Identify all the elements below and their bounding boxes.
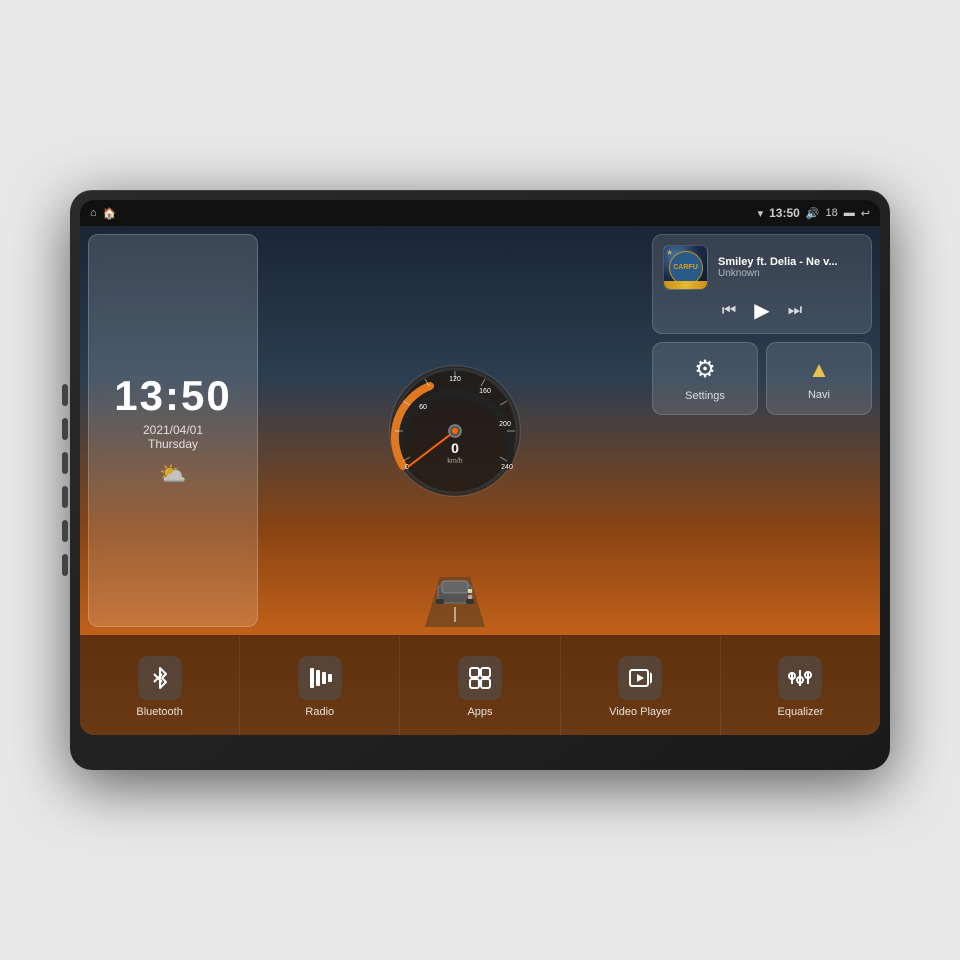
star-badge: ★: [666, 248, 673, 257]
svg-text:240: 240: [501, 464, 513, 471]
svg-text:0: 0: [451, 440, 459, 456]
side-button-3[interactable]: [62, 452, 68, 474]
music-widget[interactable]: CARFU ★ Smiley ft. Delia - Ne v... Unkno…: [652, 234, 872, 334]
menu-item-radio[interactable]: Radio: [240, 635, 400, 735]
speedometer-widget: 0 60 120 160 200 240 0: [266, 234, 644, 627]
settings-label: Settings: [685, 390, 725, 402]
navi-button[interactable]: ▲ Navi: [766, 342, 872, 415]
bluetooth-icon: [148, 666, 172, 690]
wifi-icon: ▾: [758, 207, 764, 220]
screen-icon: ▬: [844, 207, 855, 219]
weather-icon: ⛅: [159, 461, 186, 487]
radio-icon: [308, 666, 332, 690]
apps-label: Apps: [467, 706, 492, 718]
speedometer-svg: 0 60 120 160 200 240 0: [385, 361, 525, 501]
bottom-menu: Bluetooth Radio: [80, 635, 880, 735]
equalizer-icon: [788, 666, 812, 690]
music-info: Smiley ft. Delia - Ne v... Unknown: [718, 256, 861, 279]
svg-text:0: 0: [405, 464, 409, 471]
music-top: CARFU ★ Smiley ft. Delia - Ne v... Unkno…: [663, 245, 861, 290]
top-section: 13:50 2021/04/01 Thursday ⛅: [80, 226, 880, 635]
status-time: 13:50: [769, 206, 800, 220]
bluetooth-label: Bluetooth: [136, 706, 182, 718]
album-ribbon: [664, 281, 707, 289]
quick-buttons: ⚙ Settings ▲ Navi: [652, 342, 872, 415]
music-title: Smiley ft. Delia - Ne v...: [718, 256, 861, 268]
svg-text:160: 160: [479, 388, 491, 395]
side-controls: [62, 384, 68, 576]
carfu-badge: CARFU: [669, 251, 703, 285]
music-controls: ⏮ ▶ ⏭: [663, 298, 861, 323]
prev-button[interactable]: ⏮: [722, 302, 736, 320]
menu-item-video-player[interactable]: Video Player: [561, 635, 721, 735]
bluetooth-icon-container: [138, 656, 182, 700]
svg-text:200: 200: [499, 421, 511, 428]
side-button-2[interactable]: [62, 418, 68, 440]
side-button-4[interactable]: [62, 486, 68, 508]
back-icon[interactable]: ↩: [861, 207, 870, 220]
apps-icon-container: [458, 656, 502, 700]
equalizer-label: Equalizer: [777, 706, 823, 718]
equalizer-icon-container: [778, 656, 822, 700]
menu-item-apps[interactable]: Apps: [400, 635, 560, 735]
status-bar: ⌂ 🏠 ▾ 13:50 🔊 18 ▬ ↩: [80, 200, 880, 226]
album-inner: CARFU ★: [664, 246, 707, 289]
house-icon[interactable]: 🏠: [103, 207, 117, 220]
radio-icon-container: [298, 656, 342, 700]
home-icon[interactable]: ⌂: [90, 207, 97, 219]
side-button-5[interactable]: [62, 520, 68, 542]
side-button-1[interactable]: [62, 384, 68, 406]
clock-time: 13:50: [114, 375, 231, 417]
settings-button[interactable]: ⚙ Settings: [652, 342, 758, 415]
battery-level: 18: [826, 207, 838, 219]
apps-icon: [468, 666, 492, 690]
screen: ⌂ 🏠 ▾ 13:50 🔊 18 ▬ ↩ 13:50 2021/04/01 Th…: [80, 200, 880, 735]
video-icon: [628, 666, 652, 690]
video-icon-container: [618, 656, 662, 700]
side-button-6[interactable]: [62, 554, 68, 576]
svg-text:120: 120: [449, 376, 461, 383]
svg-text:60: 60: [419, 404, 427, 411]
radio-label: Radio: [305, 706, 334, 718]
nav-icon: ▲: [808, 357, 830, 383]
next-button[interactable]: ⏭: [788, 302, 802, 320]
right-panel: CARFU ★ Smiley ft. Delia - Ne v... Unkno…: [652, 234, 872, 627]
video-player-label: Video Player: [609, 706, 671, 718]
road-svg: [380, 557, 530, 627]
clock-day: Thursday: [148, 437, 198, 451]
menu-item-bluetooth[interactable]: Bluetooth: [80, 635, 240, 735]
car-head-unit: ⌂ 🏠 ▾ 13:50 🔊 18 ▬ ↩ 13:50 2021/04/01 Th…: [70, 190, 890, 770]
status-right: ▾ 13:50 🔊 18 ▬ ↩: [758, 206, 870, 220]
album-art: CARFU ★: [663, 245, 708, 290]
main-screen: 13:50 2021/04/01 Thursday ⛅: [80, 226, 880, 735]
speedometer: 0 60 120 160 200 240 0: [385, 361, 525, 501]
clock-date: 2021/04/01: [143, 423, 203, 437]
gear-icon: ⚙: [694, 355, 716, 384]
album-label: CARFU: [673, 264, 698, 271]
play-button[interactable]: ▶: [754, 298, 769, 323]
clock-widget[interactable]: 13:50 2021/04/01 Thursday ⛅: [88, 234, 258, 627]
music-artist: Unknown: [718, 268, 861, 279]
road-view: [380, 557, 530, 627]
menu-item-equalizer[interactable]: Equalizer: [721, 635, 880, 735]
navi-label: Navi: [808, 389, 830, 401]
status-left: ⌂ 🏠: [90, 207, 116, 220]
volume-icon[interactable]: 🔊: [806, 207, 820, 220]
svg-text:km/h: km/h: [447, 458, 462, 465]
